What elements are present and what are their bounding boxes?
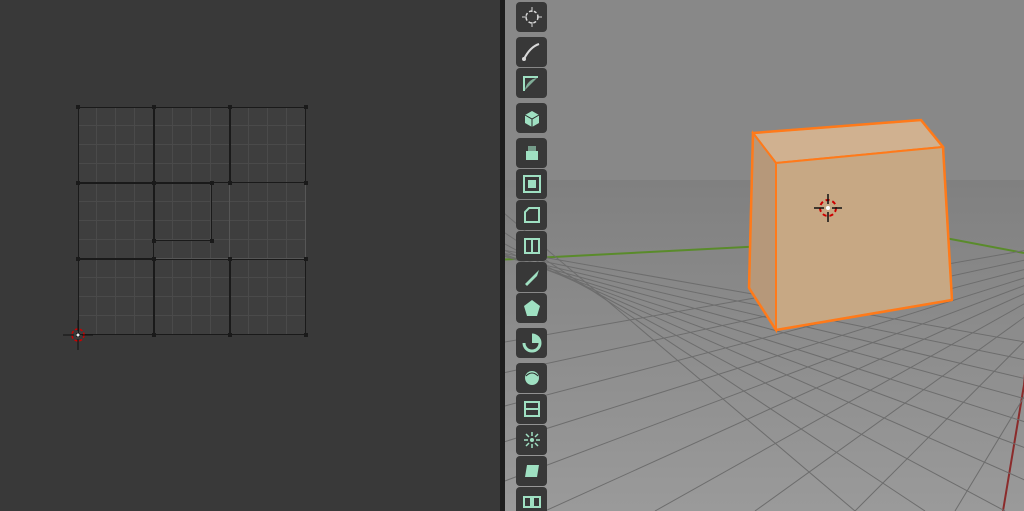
toolbar-3d [516, 0, 547, 511]
uv-island[interactable] [78, 107, 154, 183]
uv-island[interactable] [154, 259, 230, 335]
uv-vertex[interactable] [304, 181, 308, 185]
tool-inset[interactable] [516, 169, 547, 199]
spin-icon [521, 332, 543, 354]
loop-cut-icon [521, 235, 543, 257]
knife-icon [521, 266, 543, 288]
uv-vertex[interactable] [304, 105, 308, 109]
cube-add-icon [521, 107, 543, 129]
poly-build-icon [521, 297, 543, 319]
pencil-icon [521, 41, 543, 63]
uv-vertex[interactable] [228, 181, 232, 185]
uv-vertex[interactable] [152, 239, 156, 243]
rip-icon [521, 491, 543, 511]
uv-vertex[interactable] [304, 257, 308, 261]
tool-add-cube[interactable] [516, 103, 547, 133]
cursor-icon [521, 6, 543, 28]
bevel-icon [521, 204, 543, 226]
uv-vertex[interactable] [76, 181, 80, 185]
app-root [0, 0, 1024, 511]
uv-island[interactable] [154, 107, 230, 183]
viewport-3d[interactable] [505, 0, 1024, 511]
shear-icon [521, 460, 543, 482]
viewport-scene[interactable] [505, 0, 1024, 511]
uv-island[interactable] [230, 259, 306, 335]
uv-vertex[interactable] [304, 333, 308, 337]
tool-smooth[interactable] [516, 363, 547, 393]
tool-loop-cut[interactable] [516, 231, 547, 261]
tool-cursor[interactable] [516, 2, 547, 32]
tool-edge-slide[interactable] [516, 394, 547, 424]
tool-annotate[interactable] [516, 37, 547, 67]
uv-vertex[interactable] [152, 181, 156, 185]
inset-icon [521, 173, 543, 195]
tool-shrink-fatten[interactable] [516, 425, 547, 455]
uv-editor[interactable] [0, 0, 500, 511]
tool-spin[interactable] [516, 328, 547, 358]
tool-poly-build[interactable] [516, 293, 547, 323]
tool-bevel[interactable] [516, 200, 547, 230]
uv-canvas[interactable] [78, 107, 306, 335]
uv-vertex[interactable] [76, 105, 80, 109]
uv-vertex[interactable] [152, 333, 156, 337]
object-cube[interactable] [749, 120, 952, 330]
shrink-fatten-icon [521, 429, 543, 451]
extrude-icon [521, 142, 543, 164]
tool-knife[interactable] [516, 262, 547, 292]
uv-island[interactable] [78, 183, 154, 259]
uv-vertex[interactable] [228, 257, 232, 261]
uv-vertex[interactable] [152, 257, 156, 261]
uv-island[interactable] [154, 183, 212, 241]
uv-vertex[interactable] [228, 333, 232, 337]
uv-vertex[interactable] [152, 105, 156, 109]
edge-slide-icon [521, 398, 543, 420]
ruler-icon [521, 72, 543, 94]
uv-vertex[interactable] [228, 105, 232, 109]
uv-vertex[interactable] [210, 181, 214, 185]
uv-vertex[interactable] [210, 239, 214, 243]
tool-shear[interactable] [516, 456, 547, 486]
smooth-icon [521, 367, 543, 389]
uv-island[interactable] [78, 259, 154, 335]
uv-vertex[interactable] [76, 333, 80, 337]
tool-rip[interactable] [516, 487, 547, 511]
uv-vertex[interactable] [76, 257, 80, 261]
tool-measure[interactable] [516, 68, 547, 98]
uv-island[interactable] [230, 107, 306, 183]
tool-extrude[interactable] [516, 138, 547, 168]
